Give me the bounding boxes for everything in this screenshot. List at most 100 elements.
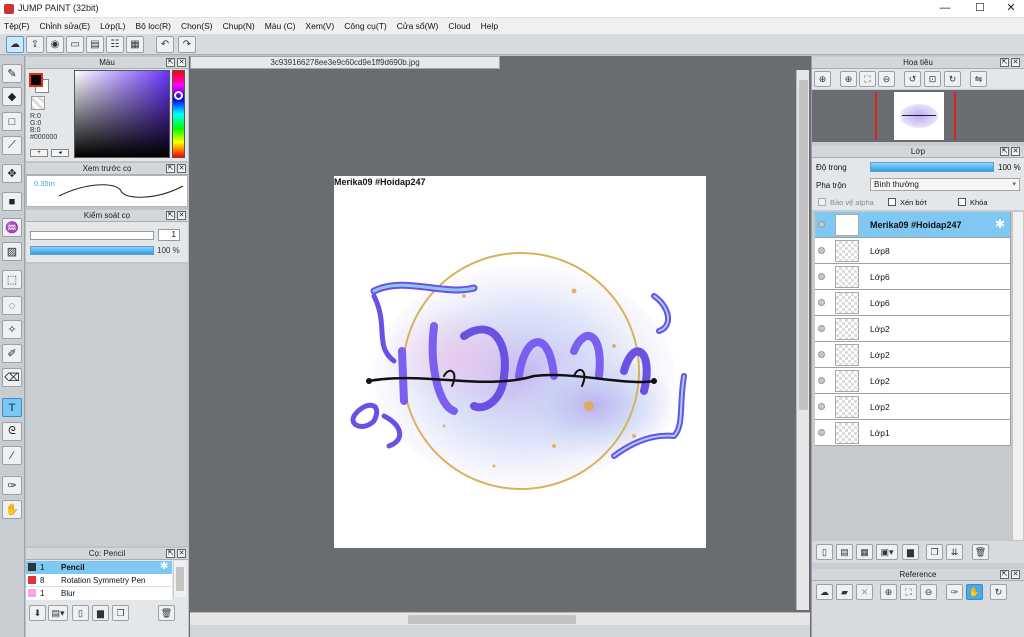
- visibility-icon[interactable]: [818, 299, 825, 306]
- fit-icon[interactable]: ⛶: [900, 584, 917, 600]
- visibility-icon[interactable]: [818, 221, 825, 228]
- close-panel-icon[interactable]: ✕: [1011, 58, 1020, 67]
- hand-tool-icon[interactable]: ✋: [2, 500, 22, 519]
- layer-opacity-slider[interactable]: [870, 162, 994, 172]
- rect-select-tool-icon[interactable]: ⬚: [2, 270, 22, 289]
- brush-size-input[interactable]: 1: [158, 229, 180, 241]
- layer-row[interactable]: Lớp8: [815, 238, 1011, 264]
- cloud-icon[interactable]: ☁: [6, 36, 24, 53]
- visibility-icon[interactable]: [818, 403, 825, 410]
- add-layer-menu-icon[interactable]: ▣▾: [876, 544, 898, 560]
- text-tool-icon[interactable]: T: [2, 398, 22, 417]
- color-history-icon[interactable]: ◂: [51, 149, 69, 157]
- new-halftone-layer-icon[interactable]: ▦: [856, 544, 873, 560]
- rotate-left-icon[interactable]: ↺: [904, 71, 921, 87]
- menu-layer[interactable]: Lớp(L): [100, 21, 125, 31]
- new-layer-icon[interactable]: ▯: [816, 544, 833, 560]
- rectangle-tool-icon[interactable]: □: [2, 112, 22, 131]
- detach-icon[interactable]: ⇱: [1000, 58, 1009, 67]
- duplicate-icon[interactable]: ❐: [926, 544, 943, 560]
- layer-row[interactable]: Lớp1: [815, 420, 1011, 446]
- brush-list-scrollbar[interactable]: [173, 561, 186, 597]
- export-icon[interactable]: ⇪: [26, 36, 44, 53]
- artboard[interactable]: Merika09 #Hoidap247: [334, 176, 706, 548]
- layer-row[interactable]: Lớp6: [815, 264, 1011, 290]
- speech-icon[interactable]: ▭: [66, 36, 84, 53]
- gear-icon[interactable]: ✱: [995, 217, 1005, 231]
- select-eraser-tool-icon[interactable]: ⌫: [2, 368, 22, 387]
- zoom-out-icon[interactable]: ⊖: [878, 71, 895, 87]
- navigator-preview[interactable]: [812, 90, 1024, 142]
- layer-row[interactable]: Lớp2: [815, 394, 1011, 420]
- detach-icon[interactable]: ⇱: [166, 211, 175, 220]
- layer-row[interactable]: Lớp2: [815, 316, 1011, 342]
- list-item[interactable]: 1 Pencil ✱: [26, 561, 172, 574]
- magic-wand-tool-icon[interactable]: ✧: [2, 320, 22, 339]
- bucket-tool-icon[interactable]: ♒: [2, 218, 22, 237]
- detach-icon[interactable]: ⇱: [166, 58, 175, 67]
- folder-icon[interactable]: ▆: [92, 605, 109, 621]
- duplicate-icon[interactable]: ❐: [112, 605, 129, 621]
- rotate-icon[interactable]: ↻: [990, 584, 1007, 600]
- document-tab[interactable]: 3c939166278ee3e9c60cd9e1ff9d690b.jpg: [190, 56, 500, 69]
- dropper-tool-icon[interactable]: ✑: [2, 476, 22, 495]
- trash-icon[interactable]: 🗑: [972, 544, 989, 560]
- layer-row[interactable]: Lớp2: [815, 368, 1011, 394]
- fit-icon[interactable]: ⛶: [859, 71, 876, 87]
- visibility-icon[interactable]: [818, 247, 825, 254]
- menu-select[interactable]: Chọn(S): [181, 21, 213, 31]
- canvas-vertical-scrollbar[interactable]: [796, 70, 809, 610]
- page-icon[interactable]: ▤: [86, 36, 104, 53]
- menu-tools[interactable]: Công cụ(T): [344, 21, 387, 31]
- hue-slider[interactable]: [172, 70, 185, 158]
- download-brush-icon[interactable]: ⬇: [29, 605, 46, 621]
- menu-window[interactable]: Cửa sổ(W): [397, 21, 439, 31]
- close-panel-icon[interactable]: ✕: [177, 164, 186, 173]
- add-color-icon[interactable]: +: [30, 149, 48, 157]
- menu-cloud[interactable]: Cloud: [448, 21, 470, 31]
- grid-icon[interactable]: ▦: [126, 36, 144, 53]
- rotate-right-icon[interactable]: ↻: [944, 71, 961, 87]
- close-panel-icon[interactable]: ✕: [177, 58, 186, 67]
- open-folder-icon[interactable]: ▰: [836, 584, 853, 600]
- clipping-checkbox[interactable]: [888, 198, 896, 206]
- close-panel-icon[interactable]: ✕: [177, 211, 186, 220]
- list-item[interactable]: 8 Rotation Symmetry Pen: [26, 574, 172, 587]
- comment-icon[interactable]: ◉: [46, 36, 64, 53]
- brush-opacity-slider[interactable]: [30, 246, 154, 255]
- trash-icon[interactable]: 🗑: [158, 605, 175, 621]
- lasso-select-tool-icon[interactable]: ◌: [2, 296, 22, 315]
- visibility-icon[interactable]: [818, 273, 825, 280]
- hue-knob[interactable]: [174, 91, 183, 100]
- minimize-button[interactable]: —: [930, 1, 960, 16]
- menu-filter[interactable]: Bộ lọc(R): [136, 21, 171, 31]
- merge-icon[interactable]: ⇊: [946, 544, 963, 560]
- zoom-in-icon[interactable]: ⊕: [880, 584, 897, 600]
- detach-icon[interactable]: ⇱: [166, 164, 175, 173]
- brush-tool-icon[interactable]: ✎: [2, 64, 22, 83]
- eyedropper-tool-icon[interactable]: ⁄: [2, 446, 22, 465]
- close-panel-icon[interactable]: ✕: [1011, 147, 1020, 156]
- layer-list-scrollbar[interactable]: [1012, 212, 1023, 540]
- eyedropper-icon[interactable]: ✑: [946, 584, 963, 600]
- reset-rotation-icon[interactable]: ⊡: [924, 71, 941, 87]
- flip-icon[interactable]: ⇋: [970, 71, 987, 87]
- copy-brush-icon[interactable]: ▯: [72, 605, 89, 621]
- menu-color[interactable]: Màu (C): [265, 21, 296, 31]
- visibility-icon[interactable]: [818, 429, 825, 436]
- maximize-button[interactable]: ☐: [965, 1, 995, 16]
- eraser-tool-icon[interactable]: ◆: [2, 87, 22, 106]
- menu-help[interactable]: Help: [481, 21, 498, 31]
- transparent-swatch[interactable]: [31, 96, 45, 110]
- layer-row[interactable]: Lớp6: [815, 290, 1011, 316]
- list-item[interactable]: 1 Blur: [26, 587, 172, 600]
- zoom-icon[interactable]: ⊕: [814, 71, 831, 87]
- menu-view[interactable]: Xem(V): [305, 21, 334, 31]
- line-tool-icon[interactable]: ⟋: [2, 136, 22, 155]
- close-panel-icon[interactable]: ✕: [1011, 570, 1020, 579]
- brush-size-slider[interactable]: [30, 231, 154, 240]
- zoom-in-icon[interactable]: ⊕: [840, 71, 857, 87]
- lasso-tool-icon[interactable]: ᘓ: [2, 422, 22, 441]
- move-tool-icon[interactable]: ✥: [2, 164, 22, 183]
- zoom-out-icon[interactable]: ⊖: [920, 584, 937, 600]
